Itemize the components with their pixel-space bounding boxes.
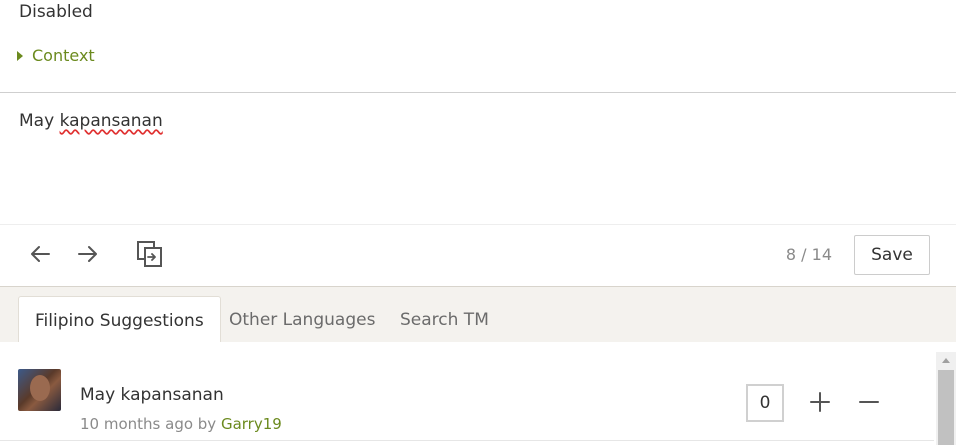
- translation-word: May: [19, 111, 60, 131]
- arrow-left-icon[interactable]: [25, 239, 55, 269]
- suggestion-author[interactable]: Garry19: [221, 415, 282, 433]
- save-button[interactable]: Save: [854, 235, 930, 275]
- avatar: [18, 369, 61, 411]
- vote-count: 0: [746, 384, 784, 422]
- translation-input[interactable]: May kapansanan: [19, 111, 163, 131]
- editor-toolbar: 8 / 14 Save: [0, 224, 956, 287]
- suggestion-meta: 10 months ago by Garry19: [80, 415, 282, 433]
- minus-icon[interactable]: [857, 390, 881, 414]
- source-panel: Disabled Context: [0, 0, 956, 92]
- translation-editor[interactable]: May kapansanan: [0, 93, 956, 224]
- suggestion-tabs: Filipino Suggestions Other Languages Sea…: [0, 286, 956, 344]
- context-toggle[interactable]: Context: [17, 46, 95, 65]
- suggestion-by: by: [193, 415, 221, 433]
- caret-right-icon: [17, 50, 23, 61]
- tab-other-languages[interactable]: Other Languages: [229, 296, 375, 343]
- unit-counter: 8 / 14: [785, 245, 832, 264]
- tab-search-tm[interactable]: Search TM: [400, 296, 489, 343]
- suggestions-panel: May kapansanan 10 months ago by Garry19 …: [0, 342, 956, 445]
- suggestion-item[interactable]: May kapansanan 10 months ago by Garry19 …: [0, 356, 934, 441]
- scroll-up-arrow-icon[interactable]: [936, 352, 956, 368]
- scrollbar[interactable]: [936, 352, 956, 445]
- plus-icon[interactable]: [808, 390, 832, 414]
- source-string: Disabled: [19, 2, 93, 22]
- arrow-right-icon[interactable]: [73, 239, 103, 269]
- suggestion-time: 10 months ago: [80, 415, 194, 433]
- suggestion-text: May kapansanan: [80, 385, 224, 405]
- scroll-thumb[interactable]: [938, 370, 954, 445]
- misspelled-word: kapansanan: [59, 111, 163, 131]
- context-label: Context: [32, 46, 95, 65]
- copy-source-icon[interactable]: [135, 239, 165, 269]
- tab-filipino-suggestions[interactable]: Filipino Suggestions: [18, 296, 221, 344]
